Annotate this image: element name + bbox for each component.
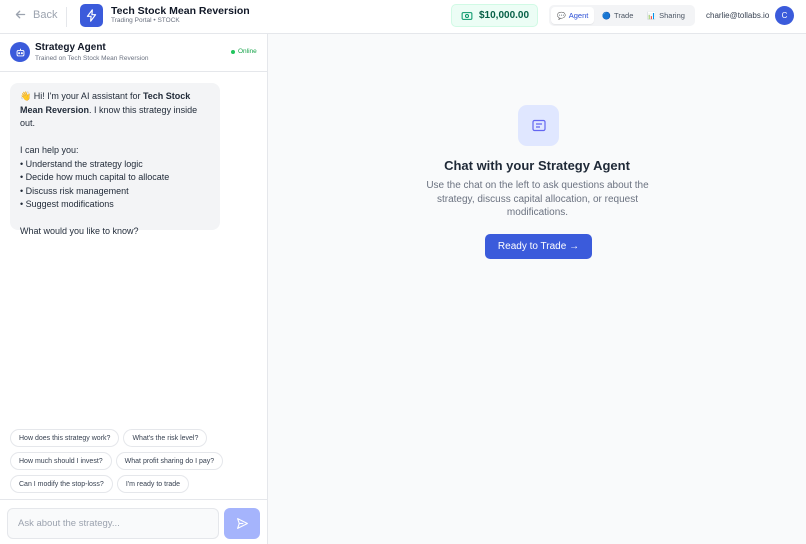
help-item: • Discuss risk management xyxy=(20,185,129,196)
arrow-left-icon xyxy=(15,10,26,19)
status-badge: Online xyxy=(231,48,257,55)
help-item: • Decide how much capital to allocate xyxy=(20,172,170,182)
tab-agent[interactable]: 💬 Agent xyxy=(551,7,595,24)
tab-trade[interactable]: 🔵 Trade xyxy=(596,7,639,24)
wallet-icon xyxy=(461,11,473,20)
help-intro: I can help you: xyxy=(20,145,79,155)
tab-trade-label: Trade xyxy=(614,11,634,20)
suggestion-chip[interactable]: I'm ready to trade xyxy=(116,475,190,493)
suggestion-chip[interactable]: How much should I invest? xyxy=(10,452,112,470)
assistant-message: 👋 Hi! I'm your AI assistant for Tech Sto… xyxy=(10,83,220,236)
agent-subtitle: Trained on Tech Stock Mean Reversion xyxy=(35,55,149,62)
circle-icon: 🔵 xyxy=(602,12,612,20)
user-email[interactable]: charlie@tollabs.io xyxy=(706,11,769,20)
suggestion-chip[interactable]: Can I modify the stop-loss? xyxy=(10,475,113,493)
avatar[interactable]: C xyxy=(775,6,794,25)
tab-agent-label: Agent xyxy=(568,11,589,20)
back-label: Back xyxy=(33,8,58,21)
view-tabs: 💬 Agent 🔵 Trade 📊 Sharing xyxy=(549,5,695,26)
tab-sharing-label: Sharing xyxy=(659,11,685,20)
hero-title: Chat with your Strategy Agent xyxy=(444,158,630,173)
balance-badge: $10,000.00 xyxy=(451,4,538,27)
ready-to-trade-button[interactable]: Ready to Trade → xyxy=(485,234,592,259)
greeting-prefix: 👋 Hi! I'm your AI assistant for xyxy=(20,91,143,101)
chat-icon: 💬 xyxy=(557,12,566,20)
chat-panel: Strategy Agent Trained on Tech Stock Mea… xyxy=(0,34,268,544)
online-dot-icon xyxy=(231,49,235,54)
balance-amount: $10,000.00 xyxy=(479,10,530,21)
greeting-line: 👋 Hi! I'm your AI assistant for Tech Sto… xyxy=(20,90,210,131)
app-subtitle: Trading Portal • STOCK xyxy=(111,17,180,24)
message-icon xyxy=(518,105,559,146)
lightning-icon xyxy=(80,4,103,27)
chat-input-bar xyxy=(0,499,267,544)
suggestion-chip[interactable]: How does this strategy work? xyxy=(10,429,120,447)
status-label: Online xyxy=(238,48,257,55)
suggestion-chip[interactable]: What profit sharing do I pay? xyxy=(115,452,224,470)
help-item: • Suggest modifications xyxy=(20,199,114,209)
back-button[interactable]: Back xyxy=(14,8,57,21)
app-title: Tech Stock Mean Reversion xyxy=(111,5,250,17)
header-divider xyxy=(66,7,67,27)
suggestion-chips: How does this strategy work? What's the … xyxy=(10,429,265,498)
closing-question: What would you like to know? xyxy=(20,226,139,236)
send-button[interactable] xyxy=(224,508,260,539)
help-item: • Understand the strategy logic xyxy=(20,158,143,169)
chat-input[interactable] xyxy=(7,508,219,539)
robot-icon xyxy=(10,42,30,62)
hero-description: Use the chat on the left to ask question… xyxy=(426,180,649,218)
suggestion-chip[interactable]: What's the risk level? xyxy=(123,429,208,447)
tab-sharing[interactable]: 📊 Sharing xyxy=(641,7,691,24)
top-header: Back Tech Stock Mean Reversion Trading P… xyxy=(0,0,806,34)
send-icon xyxy=(236,518,248,529)
main-panel: Chat with your Strategy Agent Use the ch… xyxy=(268,34,806,544)
chart-icon: 📊 xyxy=(647,12,657,20)
agent-header: Strategy Agent Trained on Tech Stock Mea… xyxy=(0,34,267,72)
agent-name: Strategy Agent xyxy=(35,42,106,53)
